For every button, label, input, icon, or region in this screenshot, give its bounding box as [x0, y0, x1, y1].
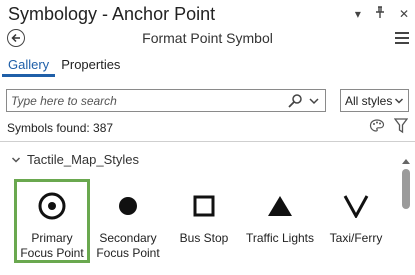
- scroll-up-icon[interactable]: [402, 159, 410, 164]
- search-input[interactable]: [11, 93, 271, 109]
- scroll-thumb[interactable]: [402, 169, 410, 209]
- symbol-item-taxi-ferry[interactable]: Taxi/Ferry: [318, 179, 394, 263]
- pane-controls: ▾ ✕: [355, 6, 409, 21]
- v-chevron-icon: [318, 192, 394, 220]
- symbols-found-count: Symbols found: 387: [7, 121, 114, 135]
- group-name: Tactile_Map_Styles: [27, 152, 139, 167]
- chevron-down-icon: [11, 156, 21, 163]
- gallery-tools: [369, 118, 409, 139]
- chevron-down-icon[interactable]: [308, 94, 320, 108]
- search-box: [6, 89, 326, 112]
- hollow-square-icon: [166, 192, 242, 220]
- styles-dropdown[interactable]: All styles: [340, 89, 409, 112]
- symbol-item-traffic-lights[interactable]: Traffic Lights: [242, 179, 318, 263]
- vertical-scrollbar[interactable]: [401, 159, 411, 275]
- styles-dropdown-value: All styles: [345, 94, 393, 108]
- tab-properties[interactable]: Properties: [55, 55, 126, 77]
- close-icon[interactable]: ✕: [399, 7, 409, 21]
- title-bar: Symbology - Anchor Point ▾ ✕: [0, 0, 415, 28]
- chevron-down-icon: [394, 95, 404, 109]
- options-dropdown-icon[interactable]: ▾: [355, 7, 361, 21]
- search-icon[interactable]: [287, 93, 303, 109]
- target-circle-icon: [17, 192, 87, 220]
- filled-circle-icon: [90, 192, 166, 220]
- symbol-label: Taxi/Ferry: [329, 231, 383, 245]
- sub-header: Format Point Symbol: [0, 28, 415, 50]
- palette-icon[interactable]: [369, 118, 386, 139]
- menu-icon[interactable]: [395, 32, 409, 44]
- panel-subtitle: Format Point Symbol: [142, 30, 273, 46]
- filter-icon[interactable]: [393, 118, 409, 139]
- symbol-label: Traffic Lights: [245, 231, 315, 245]
- symbol-label: Bus Stop: [179, 231, 229, 245]
- tab-gallery[interactable]: Gallery: [2, 55, 56, 77]
- symbol-gallery: Tactile_Map_Styles Primary Focus Point S…: [0, 141, 415, 275]
- pane-title: Symbology - Anchor Point: [8, 4, 216, 24]
- symbol-item-bus-stop[interactable]: Bus Stop: [166, 179, 242, 263]
- pin-icon[interactable]: [375, 6, 385, 21]
- symbol-item-secondary-focus-point[interactable]: Secondary Focus Point: [90, 179, 166, 263]
- filled-triangle-icon: [242, 192, 318, 220]
- symbol-label: Primary Focus Point: [20, 231, 84, 260]
- tab-bar: Gallery Properties: [0, 55, 126, 77]
- group-header[interactable]: Tactile_Map_Styles: [11, 152, 139, 167]
- symbol-grid: Primary Focus Point Secondary Focus Poin…: [14, 179, 394, 263]
- symbol-item-primary-focus-point[interactable]: Primary Focus Point: [14, 179, 90, 263]
- symbol-label: Secondary Focus Point: [96, 231, 160, 260]
